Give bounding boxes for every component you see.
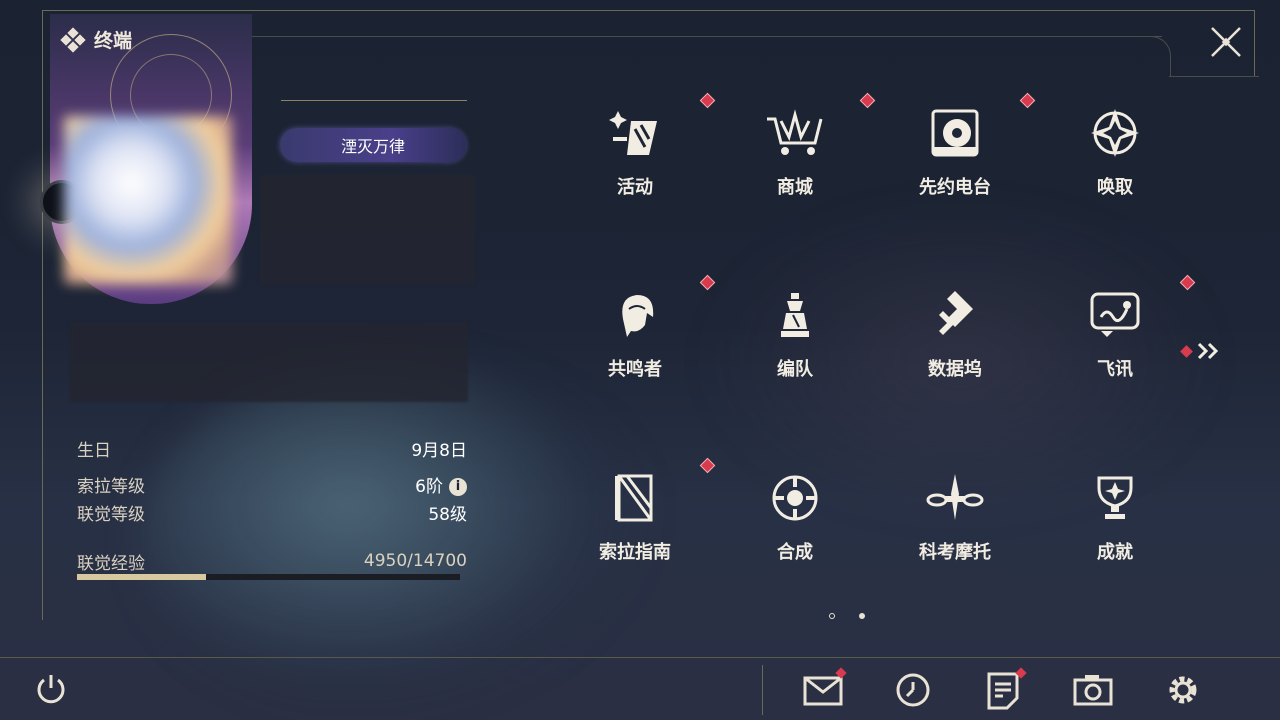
settings-button[interactable] <box>1163 670 1203 710</box>
menu-item-data-bank[interactable]: 数据坞 <box>905 277 1005 397</box>
double-chevron-right-icon <box>1197 342 1219 360</box>
menu-item-achievement[interactable]: 成就 <box>1065 460 1165 580</box>
menu-item-message[interactable]: 飞讯 <box>1065 274 1196 397</box>
trophy-icon <box>1097 476 1133 519</box>
stat-union-level: 联觉等级 58级 <box>77 504 467 525</box>
mail-button[interactable] <box>803 667 847 710</box>
camera-icon <box>1073 675 1113 706</box>
menu-item-team[interactable]: 编队 <box>745 277 845 397</box>
next-page-button[interactable] <box>1180 340 1222 362</box>
guidebook-icon <box>615 474 653 522</box>
stat-birthday: 生日 9月8日 <box>77 440 467 461</box>
menu-item-shop[interactable]: 商城 <box>745 92 876 215</box>
frame-line <box>1150 36 1171 77</box>
shop-cart-icon <box>767 109 823 155</box>
frame-line <box>42 10 43 620</box>
page-indicator <box>829 613 865 619</box>
close-button[interactable] <box>1206 22 1246 62</box>
convene-icon <box>1091 109 1139 157</box>
avatar[interactable] <box>64 116 232 284</box>
event-icon <box>609 111 657 155</box>
frame-line <box>252 36 1162 37</box>
menu-item-guidebook[interactable]: 索拉指南 <box>585 457 716 580</box>
data-bank-icon <box>939 291 973 335</box>
power-button[interactable] <box>34 672 68 706</box>
frame-line <box>42 10 1255 11</box>
divider <box>281 100 467 101</box>
page-title: 终端 <box>94 30 133 52</box>
close-icon <box>1211 27 1241 57</box>
menu-item-motorcycle[interactable]: 科考摩托 <box>905 460 1005 580</box>
frame-line <box>1254 10 1255 76</box>
player-name-redacted <box>260 175 475 285</box>
title-badge[interactable]: 湮灭万律 <box>280 128 466 162</box>
power-icon <box>37 675 65 704</box>
notification-dot <box>1180 344 1193 358</box>
motorcycle-icon <box>926 474 984 520</box>
message-icon <box>1090 292 1140 337</box>
stat-union-exp: 联觉经验 4950/14700 <box>77 551 467 574</box>
xp-progress-fill <box>77 574 207 580</box>
notification-dot <box>699 274 716 291</box>
menu-grid: 活动 商城 先约电台 唤取 共鸣者 编队 数据坞 飞讯 索拉指南 合成 科考摩托… <box>585 92 1196 595</box>
page-dot-active[interactable] <box>829 613 835 619</box>
settings-gear-icon <box>1169 676 1197 704</box>
camera-button[interactable] <box>1073 670 1113 710</box>
page-dot[interactable] <box>859 613 865 619</box>
menu-item-event[interactable]: 活动 <box>585 92 716 215</box>
resonator-icon <box>622 295 654 337</box>
menu-item-convene[interactable]: 唤取 <box>1065 95 1165 215</box>
notification-dot <box>699 457 716 474</box>
notification-dot <box>699 92 716 109</box>
stat-sol-rank: 索拉等级 6阶 i <box>77 472 467 497</box>
menu-item-synthesis[interactable]: 合成 <box>745 460 845 580</box>
menu-item-radio[interactable]: 先约电台 <box>905 92 1036 215</box>
synthesis-icon <box>772 475 818 521</box>
xp-progress-bar <box>77 574 460 580</box>
signature-redacted[interactable] <box>70 322 468 402</box>
menu-item-resonator[interactable]: 共鸣者 <box>585 274 716 397</box>
background-art <box>140 360 660 720</box>
divider <box>0 657 1280 658</box>
notification-dot <box>859 92 876 109</box>
page-header: 终端 <box>60 26 133 53</box>
clock-button[interactable] <box>893 670 933 710</box>
clock-icon <box>896 673 930 707</box>
frame-line <box>1169 76 1259 77</box>
mail-icon <box>803 676 843 706</box>
notes-button[interactable] <box>983 667 1027 710</box>
divider <box>762 665 763 715</box>
radio-icon <box>931 109 979 157</box>
info-icon[interactable]: i <box>449 477 467 496</box>
badge-label: 湮灭万律 <box>340 137 405 156</box>
notification-dot <box>1019 92 1036 109</box>
notes-icon <box>987 672 1019 710</box>
team-icon <box>781 293 809 337</box>
terminal-diamond-icon <box>60 26 86 53</box>
